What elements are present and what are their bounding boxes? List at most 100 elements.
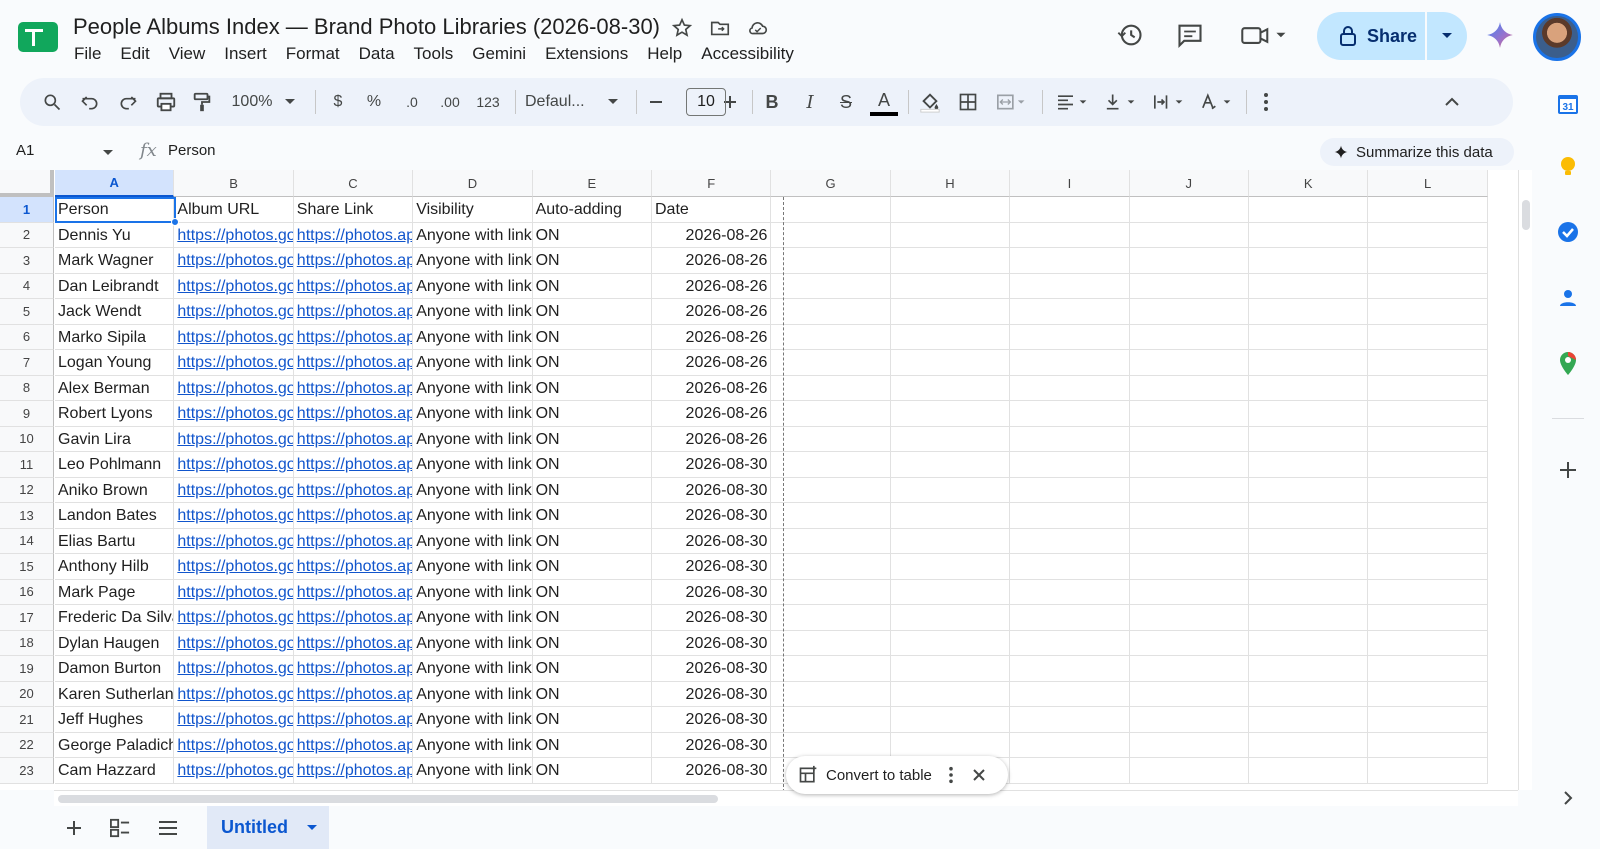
cell[interactable]: Anyone with link [413, 681, 533, 707]
cell[interactable]: ON [532, 401, 652, 427]
link-cell[interactable]: https://photos.go [174, 248, 294, 274]
menu-insert[interactable]: Insert [224, 44, 267, 64]
link-cell[interactable]: https://photos.ap [293, 630, 414, 656]
cell[interactable]: Aniko Brown [55, 477, 175, 503]
cell[interactable]: Anyone with link [413, 732, 533, 758]
cell[interactable] [1368, 554, 1488, 580]
cell[interactable] [890, 452, 1011, 478]
cell[interactable]: ON [532, 299, 652, 325]
decrease-decimal-button[interactable]: .0 [398, 88, 426, 116]
cell[interactable]: Landon Bates [55, 503, 175, 529]
link-cell[interactable]: https://photos.go [174, 656, 294, 682]
paint-format-icon[interactable] [188, 88, 216, 116]
sheet-tab-active[interactable]: Untitled [207, 806, 329, 849]
cell[interactable] [1368, 630, 1488, 656]
link-cell[interactable]: https://photos.go [174, 630, 294, 656]
cell[interactable]: ON [532, 732, 652, 758]
cell[interactable] [1249, 579, 1369, 605]
cell[interactable] [771, 324, 891, 350]
fill-color-icon[interactable] [916, 88, 944, 116]
cell[interactable] [1368, 299, 1488, 325]
link-cell[interactable]: https://photos.ap [293, 375, 414, 401]
link-cell[interactable]: https://photos.ap [293, 477, 414, 503]
cell[interactable]: 2026-08-30 [652, 528, 772, 554]
cell[interactable]: ON [532, 579, 652, 605]
convert-to-table-button[interactable]: Convert to table [826, 767, 932, 784]
cell[interactable] [1249, 656, 1369, 682]
cell[interactable] [1010, 401, 1130, 427]
row-header[interactable]: 3 [0, 248, 54, 274]
add-sheet-icon[interactable] [62, 816, 86, 840]
cell[interactable] [771, 528, 891, 554]
link-cell[interactable]: https://photos.go [174, 732, 294, 758]
cell[interactable]: 2026-08-30 [652, 605, 772, 631]
cell[interactable]: 2026-08-26 [652, 350, 772, 376]
cell[interactable] [1368, 401, 1488, 427]
row-header[interactable]: 13 [0, 503, 54, 529]
cell[interactable] [890, 350, 1011, 376]
cell[interactable]: Damon Burton [55, 656, 175, 682]
cell[interactable] [1368, 732, 1488, 758]
link-cell[interactable]: https://photos.ap [293, 273, 414, 299]
cell[interactable]: Anyone with link [413, 758, 533, 784]
link-cell[interactable]: https://photos.go [174, 707, 294, 733]
cell[interactable] [1249, 452, 1369, 478]
menu-format[interactable]: Format [286, 44, 340, 64]
cell[interactable] [1129, 528, 1249, 554]
cell[interactable] [1010, 222, 1130, 248]
cell[interactable] [1010, 732, 1130, 758]
row-header[interactable]: 11 [0, 452, 54, 478]
column-header-g[interactable]: G [771, 170, 891, 197]
link-cell[interactable]: https://photos.ap [293, 528, 414, 554]
menu-gemini[interactable]: Gemini [472, 44, 526, 64]
horizontal-scroll-thumb[interactable] [58, 795, 718, 803]
tasks-icon[interactable] [1554, 218, 1582, 246]
cell[interactable] [1129, 299, 1249, 325]
cell[interactable] [771, 656, 891, 682]
text-wrapping-icon[interactable] [1148, 88, 1190, 116]
link-cell[interactable]: https://photos.ap [293, 401, 414, 427]
cell[interactable] [771, 707, 891, 733]
search-menus-icon[interactable] [38, 88, 66, 116]
cell[interactable]: 2026-08-30 [652, 758, 772, 784]
row-header[interactable]: 10 [0, 426, 54, 452]
spreadsheet-grid[interactable]: A B C D E F G H I J K L 1 Person Album URL Share Link Vi… [0, 170, 1518, 790]
cell[interactable] [1129, 656, 1249, 682]
cell[interactable] [1368, 375, 1488, 401]
cell[interactable]: Elias Bartu [55, 528, 175, 554]
cell[interactable] [771, 273, 891, 299]
cell[interactable] [1249, 375, 1369, 401]
header-cell[interactable]: Auto-adding [532, 197, 652, 223]
cell[interactable] [1129, 324, 1249, 350]
cell[interactable] [1129, 222, 1249, 248]
cell[interactable]: 2026-08-30 [652, 452, 772, 478]
cell[interactable]: ON [532, 605, 652, 631]
cell[interactable] [890, 299, 1011, 325]
cell[interactable] [1129, 758, 1249, 784]
cloud-status-icon[interactable] [746, 16, 770, 40]
row-header[interactable]: 12 [0, 477, 54, 503]
cell[interactable] [890, 401, 1011, 427]
link-cell[interactable]: https://photos.go [174, 350, 294, 376]
font-family-select[interactable]: Defaul... [525, 88, 595, 116]
cell[interactable]: Anyone with link [413, 605, 533, 631]
cell[interactable] [1129, 630, 1249, 656]
cell[interactable] [1249, 732, 1369, 758]
cell[interactable] [771, 426, 891, 452]
cell[interactable]: Dan Leibrandt [55, 273, 175, 299]
cell[interactable]: George Paladichuk [55, 732, 175, 758]
cell[interactable] [1249, 605, 1369, 631]
cell[interactable] [1010, 248, 1130, 274]
menu-accessibility[interactable]: Accessibility [701, 44, 794, 64]
cell[interactable] [1368, 350, 1488, 376]
cell[interactable] [1368, 452, 1488, 478]
column-header-e[interactable]: E [532, 170, 652, 197]
cell[interactable] [1368, 324, 1488, 350]
cell[interactable] [1129, 426, 1249, 452]
version-history-icon[interactable] [1115, 20, 1145, 50]
cell[interactable] [1010, 452, 1130, 478]
cell[interactable] [1010, 528, 1130, 554]
cell[interactable]: Anyone with link [413, 426, 533, 452]
cell[interactable]: Anyone with link [413, 630, 533, 656]
vertical-scrollbar[interactable] [1518, 170, 1532, 790]
